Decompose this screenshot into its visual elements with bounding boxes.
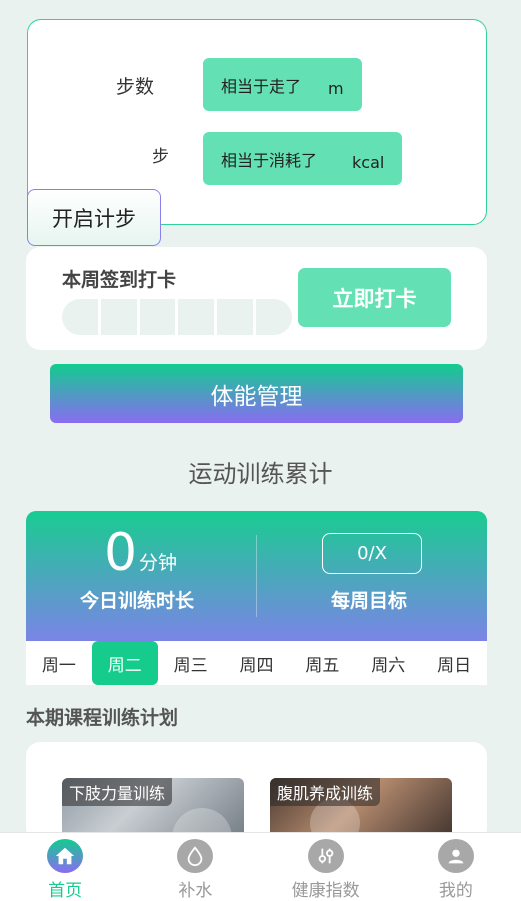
fitness-management-button[interactable]: 体能管理: [50, 364, 463, 423]
nav-profile[interactable]: 我的: [391, 833, 521, 901]
stats-divider: [256, 535, 257, 617]
tab-wednesday[interactable]: 周三: [158, 641, 224, 685]
start-step-counting-button[interactable]: 开启计步: [27, 189, 161, 246]
nav-label: 首页: [48, 881, 83, 901]
tab-saturday[interactable]: 周六: [355, 641, 421, 685]
steps-unit: 步: [152, 147, 169, 167]
weekly-goal-label: 每周目标: [331, 590, 408, 612]
home-icon: [47, 839, 84, 873]
calories-pill: 相当于消耗了 kcal: [203, 132, 402, 185]
today-training-unit: 分钟: [139, 552, 178, 574]
weekly-goal-button[interactable]: 0/X: [322, 533, 422, 574]
checkin-day-segment: [140, 299, 179, 335]
water-drop-icon: [177, 839, 214, 873]
training-stats-card: 0 分钟 今日训练时长 0/X 每周目标: [26, 511, 487, 641]
course-plan-title: 本期课程训练计划: [26, 707, 179, 729]
nav-home[interactable]: 首页: [0, 833, 130, 901]
checkin-now-button[interactable]: 立即打卡: [298, 268, 451, 327]
calories-text: 相当于消耗了: [221, 150, 318, 170]
bottom-navigation: 首页 补水 健康指数 我的: [0, 832, 521, 901]
nav-label: 健康指数: [291, 881, 360, 901]
course-name: 下肢力量训练: [62, 778, 173, 806]
week-day-tabs: 周一 周二 周三 周四 周五 周六 周日: [26, 641, 487, 685]
walk-distance-unit: m: [328, 79, 344, 98]
sliders-icon: [307, 839, 344, 873]
checkin-day-segment: [101, 299, 140, 335]
nav-hydration[interactable]: 补水: [130, 833, 260, 901]
tab-friday[interactable]: 周五: [289, 641, 355, 685]
tab-monday[interactable]: 周一: [26, 641, 92, 685]
tab-thursday[interactable]: 周四: [224, 641, 290, 685]
walk-distance-pill: 相当于走了 m: [203, 58, 362, 111]
tab-sunday[interactable]: 周日: [421, 641, 487, 685]
section-title: 运动训练累计: [188, 460, 333, 488]
nav-health-index[interactable]: 健康指数: [261, 833, 391, 901]
checkin-day-segment: [217, 299, 257, 335]
user-icon: [437, 839, 474, 873]
course-name: 腹肌养成训练: [270, 778, 381, 806]
calories-unit: kcal: [352, 153, 385, 172]
checkin-day-segment: [256, 299, 292, 335]
checkin-day-segment: [62, 299, 101, 335]
today-training-value: 0: [104, 523, 138, 583]
course-plan-card: 下肢力量训练 腹肌养成训练: [26, 742, 487, 842]
weekly-checkin-card: 本周签到打卡 立即打卡: [26, 247, 487, 350]
tab-tuesday[interactable]: 周二: [91, 641, 158, 685]
nav-label: 我的: [438, 881, 473, 901]
nav-label: 补水: [178, 881, 213, 901]
steps-label: 步数: [116, 76, 155, 98]
checkin-title: 本周签到打卡: [62, 269, 177, 291]
checkin-progress-bar: [62, 299, 292, 335]
walk-distance-text: 相当于走了: [221, 76, 302, 96]
today-training-label: 今日训练时长: [80, 590, 195, 612]
checkin-day-segment: [178, 299, 218, 335]
